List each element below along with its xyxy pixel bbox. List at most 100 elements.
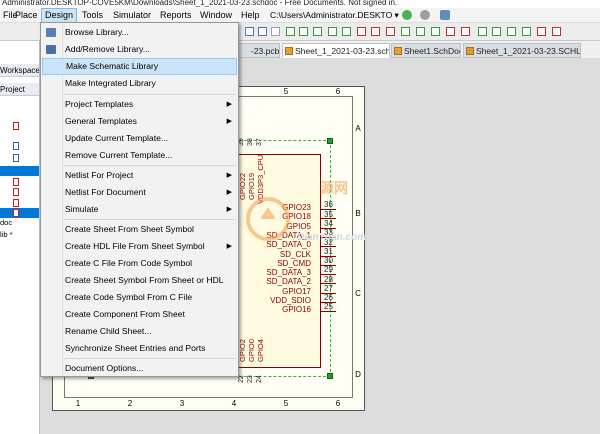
toolbar-btn-9-icon[interactable]	[357, 27, 366, 36]
menu-item-netlist-for-document[interactable]: Netlist For Document ▶	[42, 184, 237, 201]
menu-item-label: Create Code Symbol From C File	[65, 292, 193, 302]
tab-schdoc[interactable]: Sheet_1_2021-03-23.schdoc	[282, 43, 390, 58]
tab-label: -23.pcbdoc	[251, 46, 280, 56]
menu-item-synchronize-sheet-entries[interactable]: Synchronize Sheet Entries and Ports	[42, 340, 237, 357]
toolbar-btn-13-icon[interactable]	[416, 27, 425, 36]
path-combo[interactable]: C:\Users\Administrator.DESKTO ▾	[268, 9, 406, 22]
toolbar-btn-4-icon[interactable]	[286, 27, 295, 36]
menu-item-label: Create HDL File From Sheet Symbol	[65, 241, 205, 251]
toolbar-btn-22-icon[interactable]	[552, 27, 561, 36]
toolbar-btn-21-icon[interactable]	[537, 27, 546, 36]
doc-icon	[13, 154, 19, 162]
pin-label: GPIO4	[256, 339, 265, 362]
tab-sheet1[interactable]: Sheet1.SchDoc *	[391, 43, 461, 58]
tree-item[interactable]	[0, 153, 39, 163]
pin-number: 37	[256, 138, 263, 146]
home-icon[interactable]	[440, 10, 450, 20]
watermark-text: DianYuan.com	[297, 232, 367, 243]
selection-handle[interactable]	[327, 138, 333, 144]
tab-pcbdoc[interactable]: -23.pcbdoc	[238, 43, 280, 58]
menu-item-project-templates[interactable]: Project Templates ▶	[42, 96, 237, 113]
menu-tools[interactable]: Tools	[79, 8, 106, 23]
project-header[interactable]: Project	[0, 83, 39, 96]
toolbar-btn-17-icon[interactable]	[478, 27, 487, 36]
pin-number: 24	[256, 375, 263, 383]
toolbar-btn-2-icon[interactable]	[258, 27, 267, 36]
tree-item[interactable]	[0, 141, 39, 151]
col-label: 1	[75, 399, 81, 408]
menu-item-remove-current-template[interactable]: Remove Current Template...	[42, 147, 237, 164]
toolbar-btn-18-icon[interactable]	[492, 27, 501, 36]
menu-item-label: Make Schematic Library	[66, 61, 159, 71]
toolbar-btn-3-icon[interactable]	[271, 27, 280, 36]
schematic-doc-icon	[285, 47, 293, 55]
submenu-arrow-icon: ▶	[226, 101, 232, 108]
menu-simulator[interactable]: Simulator	[110, 8, 154, 23]
toolbar-btn-15-icon[interactable]	[446, 27, 455, 36]
menu-item-simulate[interactable]: Simulate ▶	[42, 201, 237, 218]
toolbar-btn-1-icon[interactable]	[245, 27, 254, 36]
menu-item-add-remove-library[interactable]: Add/Remove Library...	[42, 41, 237, 58]
selection-handle[interactable]	[327, 373, 333, 379]
menu-separator	[64, 358, 235, 359]
tree-item[interactable]	[0, 198, 39, 208]
menu-item-create-component[interactable]: Create Component From Sheet	[42, 306, 237, 323]
toolbar-btn-7-icon[interactable]	[328, 27, 337, 36]
menu-item-make-integrated-library[interactable]: Make Integrated Library	[42, 75, 237, 92]
tree-item-doc[interactable]: doc	[0, 218, 39, 228]
pin-line	[321, 274, 336, 275]
col-label: 2	[127, 399, 133, 408]
menu-reports[interactable]: Reports	[157, 8, 195, 23]
menu-item-netlist-for-project[interactable]: Netlist For Project ▶	[42, 167, 237, 184]
menu-item-browse-library[interactable]: Browse Library...	[42, 24, 237, 41]
menu-help[interactable]: Help	[238, 8, 263, 23]
toolbar-btn-12-icon[interactable]	[401, 27, 410, 36]
pin-label: GPIO2	[238, 339, 247, 362]
menu-design[interactable]: Design	[41, 8, 78, 23]
toolbar-btn-6-icon[interactable]	[313, 27, 322, 36]
menu-window[interactable]: Window	[197, 8, 235, 23]
menu-item-make-schematic-library[interactable]: Make Schematic Library	[42, 58, 237, 75]
tab-label: Sheet1.SchDoc *	[404, 46, 461, 56]
toolbar-btn-20-icon[interactable]	[522, 27, 531, 36]
tree-item-lib[interactable]: lib *	[0, 230, 39, 240]
doc-icon	[13, 142, 19, 150]
tree-item[interactable]	[0, 187, 39, 197]
schdoc-icon	[13, 188, 19, 196]
tree-item-selected[interactable]	[0, 208, 39, 218]
menu-item-general-templates[interactable]: General Templates ▶	[42, 113, 237, 130]
menu-item-rename-child-sheet[interactable]: Rename Child Sheet...	[42, 323, 237, 340]
back-icon[interactable]	[402, 10, 412, 20]
pcb-doc-icon	[13, 122, 19, 130]
menu-item-create-hdl-file[interactable]: Create HDL File From Sheet Symbol ▶	[42, 238, 237, 255]
toolbar-btn-16-icon[interactable]	[461, 27, 470, 36]
menu-item-create-sheet-from-symbol[interactable]: Create Sheet From Sheet Symbol	[42, 221, 237, 238]
path-combo-value: C:\Users\Administrator.DESKTO	[270, 10, 393, 20]
menu-item-create-c-file[interactable]: Create C File From Code Symbol	[42, 255, 237, 272]
tab-schlib[interactable]: Sheet_1_2021-03-23.SCHLIB *	[463, 43, 581, 58]
tree-item-selected[interactable]	[0, 166, 39, 176]
projects-panel: Workspace Project doc lib *	[0, 41, 40, 434]
workspace-header[interactable]: Workspace	[0, 64, 39, 77]
toolbar-btn-14-icon[interactable]	[431, 27, 440, 36]
forward-icon[interactable]	[420, 10, 430, 20]
menu-place[interactable]: Place	[12, 8, 41, 23]
pin-line	[321, 302, 336, 303]
toolbar-btn-5-icon[interactable]	[299, 27, 308, 36]
toolbar-btn-19-icon[interactable]	[507, 27, 516, 36]
menu-item-create-code-symbol[interactable]: Create Code Symbol From C File	[42, 289, 237, 306]
tree-item[interactable]	[0, 121, 39, 131]
schlib-icon	[466, 47, 474, 55]
add-remove-library-icon	[46, 45, 56, 54]
toolbar-btn-10-icon[interactable]	[371, 27, 380, 36]
pin-label: GPIO0	[247, 339, 256, 362]
watermark-brand: 源网	[320, 180, 348, 196]
menu-item-create-sheet-symbol[interactable]: Create Sheet Symbol From Sheet or HDL	[42, 272, 237, 289]
tree-item[interactable]	[0, 177, 39, 187]
pin-number: 31	[324, 247, 333, 256]
menu-item-document-options[interactable]: Document Options...	[42, 360, 237, 377]
pin-label: GPIO16	[282, 305, 311, 314]
menu-item-update-current-template[interactable]: Update Current Template...	[42, 130, 237, 147]
toolbar-btn-11-icon[interactable]	[386, 27, 395, 36]
toolbar-btn-8-icon[interactable]	[342, 27, 351, 36]
